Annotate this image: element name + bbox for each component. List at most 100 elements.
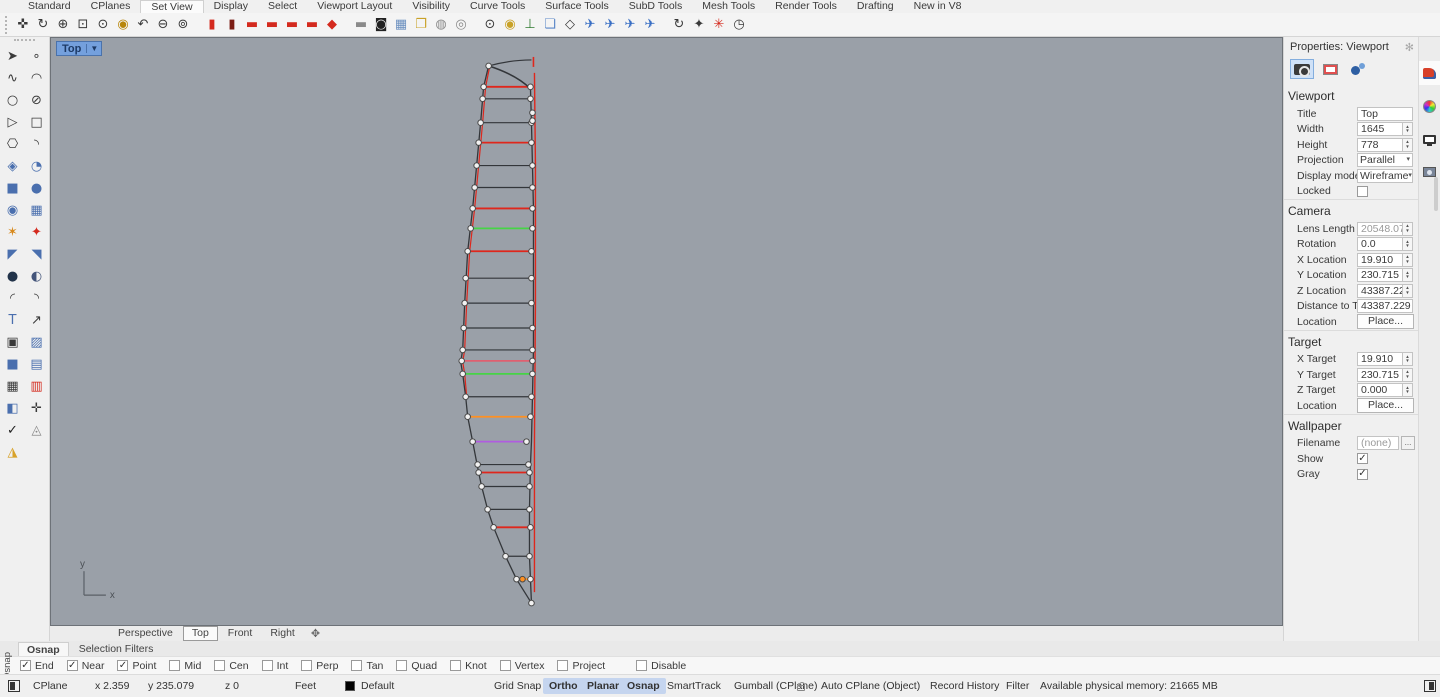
trim-icon[interactable]: ✛ bbox=[25, 397, 49, 419]
rotate-view-icon[interactable]: ↻ bbox=[33, 15, 53, 35]
plane-top-view-icon[interactable]: ✈ bbox=[580, 15, 600, 35]
distance-to-ta-field[interactable]: 43387.229 bbox=[1357, 299, 1413, 313]
osnap-tab-selection-filters[interactable]: Selection Filters bbox=[71, 642, 162, 656]
viewport-tab-front[interactable]: Front bbox=[220, 626, 261, 641]
status-toggle-smarttrack[interactable]: SmartTrack bbox=[661, 678, 727, 694]
checkbox-icon[interactable] bbox=[169, 660, 180, 671]
spinner-icon[interactable]: ▲▼ bbox=[1403, 383, 1413, 397]
spinner-icon[interactable]: ▲▼ bbox=[1403, 222, 1413, 236]
polyline-icon[interactable]: ∿ bbox=[1, 67, 25, 89]
array-icon[interactable]: ▦ bbox=[1, 375, 25, 397]
viewport-canvas[interactable]: yx Top ▼ bbox=[50, 37, 1283, 626]
pyramid-icon[interactable]: ◮ bbox=[1, 441, 25, 463]
menu-tab-drafting[interactable]: Drafting bbox=[847, 0, 904, 13]
display-panel-tab[interactable] bbox=[1419, 94, 1440, 118]
osnap-vertex[interactable]: Vertex bbox=[500, 660, 545, 672]
osnap-project[interactable]: Project bbox=[557, 660, 605, 672]
menu-tab-subd-tools[interactable]: SubD Tools bbox=[619, 0, 693, 13]
osnap-cen[interactable]: Cen bbox=[214, 660, 248, 672]
locked-checkbox[interactable] bbox=[1357, 186, 1368, 197]
walkabout-view-icon[interactable]: ▬ bbox=[351, 15, 371, 35]
status-toggle-ortho[interactable]: Ortho bbox=[543, 678, 584, 694]
filename-field[interactable]: (none) bbox=[1357, 436, 1399, 450]
zoom-1to1-icon[interactable]: ⊚ bbox=[173, 15, 193, 35]
checkbox-icon[interactable]: ✓ bbox=[117, 660, 128, 671]
x-target-field[interactable]: 19.910 bbox=[1357, 352, 1403, 366]
viewport-tab-top[interactable]: Top bbox=[183, 626, 218, 641]
menu-tab-new-in-v8[interactable]: New in V8 bbox=[904, 0, 972, 13]
status-toggle-planar[interactable]: Planar bbox=[581, 678, 625, 694]
checkbox-icon[interactable] bbox=[351, 660, 362, 671]
surface-bend-icon[interactable]: ◔ bbox=[25, 155, 49, 177]
offset-surface-icon[interactable]: ▤ bbox=[25, 353, 49, 375]
toolbar-grip[interactable] bbox=[5, 16, 10, 34]
display-mode-dropdown[interactable]: Wireframe▾ bbox=[1357, 169, 1413, 183]
gear-icon[interactable]: ✻ bbox=[1405, 41, 1414, 54]
viewport-layout-icon[interactable]: ❏ bbox=[540, 15, 560, 35]
menu-tab-select[interactable]: Select bbox=[258, 0, 307, 13]
named-views-folder-icon[interactable]: ❐ bbox=[411, 15, 431, 35]
right-panel-toggle-icon[interactable] bbox=[1424, 680, 1436, 692]
fillet-curve-icon[interactable]: ◜ bbox=[1, 287, 25, 309]
viewport-tab-perspective[interactable]: Perspective bbox=[110, 626, 181, 641]
checkbox-icon[interactable] bbox=[262, 660, 273, 671]
show-checkbox[interactable]: ✓ bbox=[1357, 453, 1368, 464]
title-field[interactable]: Top bbox=[1357, 107, 1413, 121]
viewport-screen-tab[interactable] bbox=[1318, 59, 1342, 79]
lens-length-field[interactable]: 20548.074 bbox=[1357, 222, 1403, 236]
spinner-icon[interactable]: ▲▼ bbox=[1403, 268, 1413, 282]
osnap-end[interactable]: ✓End bbox=[20, 660, 54, 672]
spinner-icon[interactable]: ▲▼ bbox=[1403, 368, 1413, 382]
viewport-title-menu[interactable]: Top ▼ bbox=[56, 41, 102, 56]
spotlight-flash-icon[interactable]: ✳ bbox=[709, 15, 729, 35]
chevron-down-icon[interactable]: ▼ bbox=[86, 44, 101, 53]
checkbox-icon[interactable] bbox=[500, 660, 511, 671]
top-view-car-icon[interactable]: ▮ bbox=[202, 15, 222, 35]
checkbox-icon[interactable] bbox=[301, 660, 312, 671]
surface-3pt-icon[interactable]: ◈ bbox=[1, 155, 25, 177]
menu-tab-cplanes[interactable]: CPlanes bbox=[81, 0, 141, 13]
sphere-solid-icon[interactable]: ● bbox=[25, 177, 49, 199]
set-view-icon[interactable]: ⊙ bbox=[480, 15, 500, 35]
sidebar-grip[interactable] bbox=[14, 39, 35, 44]
zoom-window-icon[interactable]: ⊡ bbox=[73, 15, 93, 35]
units-button[interactable]: Feet bbox=[295, 679, 316, 693]
solid-tools-icon[interactable]: ■ bbox=[1, 353, 25, 375]
back-view-car-icon[interactable]: ▬ bbox=[302, 15, 322, 35]
save-named-view-icon[interactable]: ▦ bbox=[391, 15, 411, 35]
explode-icon[interactable]: ✶ bbox=[1, 221, 25, 243]
osnap-near[interactable]: ✓Near bbox=[67, 660, 105, 672]
checkbox-icon[interactable] bbox=[557, 660, 568, 671]
osnap-tan[interactable]: Tan bbox=[351, 660, 383, 672]
status-toggle-grid-snap[interactable]: Grid Snap bbox=[488, 678, 547, 694]
ellipse-icon[interactable]: ⊘ bbox=[25, 89, 49, 111]
menu-tab-set-view[interactable]: Set View bbox=[140, 0, 203, 13]
checkbox-icon[interactable]: ✓ bbox=[67, 660, 78, 671]
clock-icon[interactable]: ◷ bbox=[729, 15, 749, 35]
left-panel-toggle-icon[interactable] bbox=[8, 680, 20, 692]
place-camera-icon[interactable]: ◍ bbox=[431, 15, 451, 35]
properties-panel-tab[interactable] bbox=[1419, 61, 1440, 85]
right-view-car-icon[interactable]: ▬ bbox=[282, 15, 302, 35]
layer-color-swatch[interactable] bbox=[345, 681, 355, 691]
menu-tab-render-tools[interactable]: Render Tools bbox=[765, 0, 847, 13]
walk-person-icon[interactable]: ✦ bbox=[689, 15, 709, 35]
screen-panel-tab[interactable] bbox=[1419, 127, 1440, 151]
x-location-field[interactable]: 19.910 bbox=[1357, 253, 1403, 267]
viewport-properties-tab[interactable] bbox=[1290, 59, 1314, 79]
rectangle-icon[interactable]: □ bbox=[25, 111, 49, 133]
menu-tab-visibility[interactable]: Visibility bbox=[402, 0, 460, 13]
osnap-int[interactable]: Int bbox=[262, 660, 289, 672]
osnap-tab-osnap[interactable]: Osnap bbox=[18, 642, 69, 656]
wireframe-geometry[interactable]: yx bbox=[51, 38, 1282, 625]
checkbox-icon[interactable] bbox=[450, 660, 461, 671]
move-icon[interactable]: ↗ bbox=[25, 309, 49, 331]
osnap-disable[interactable]: Disable bbox=[636, 660, 686, 672]
status-toggle-record-history[interactable]: Record History bbox=[924, 678, 1005, 694]
copy-icon[interactable]: ▨ bbox=[25, 331, 49, 353]
boolean-union-icon[interactable]: ● bbox=[1, 265, 25, 287]
place-button[interactable]: Place... bbox=[1357, 398, 1414, 413]
osnap-point[interactable]: ✓Point bbox=[117, 660, 156, 672]
orbit-target-icon[interactable]: ◉ bbox=[500, 15, 520, 35]
group-icon[interactable]: ▣ bbox=[1, 331, 25, 353]
